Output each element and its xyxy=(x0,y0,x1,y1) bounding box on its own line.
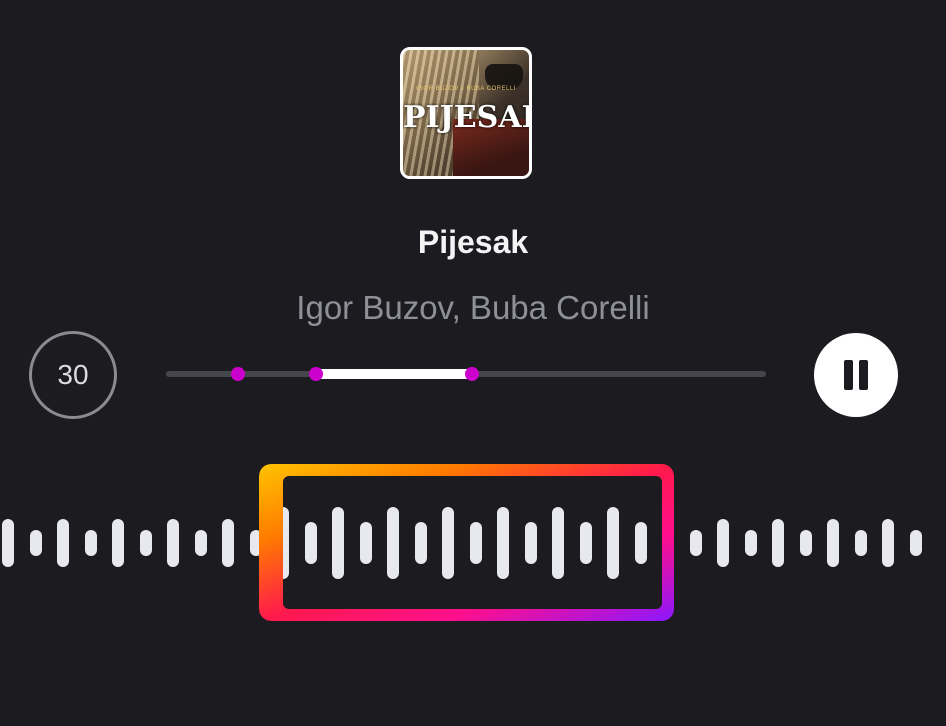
selected-range[interactable] xyxy=(316,369,472,379)
waveform-bar xyxy=(2,519,14,567)
waveform-bar xyxy=(799,530,812,556)
waveform-bar xyxy=(84,530,97,556)
album-art-title: PIJESAK xyxy=(403,100,529,135)
waveform-bar xyxy=(194,530,207,556)
waveform-bar xyxy=(909,530,922,556)
music-clip-editor: IGOR BUZOV x BUBA CORELLI PIJESAK Pijesa… xyxy=(0,0,946,726)
waveform-bar xyxy=(57,519,69,567)
waveform-bar xyxy=(827,519,839,567)
waveform-bar xyxy=(139,530,152,556)
clip-selection-frame[interactable] xyxy=(259,464,674,621)
waveform-bar xyxy=(29,530,42,556)
pause-button[interactable] xyxy=(814,333,898,417)
waveform-bar xyxy=(222,519,234,567)
waveform-bar xyxy=(854,530,867,556)
clip-duration-label: 30 xyxy=(57,359,89,390)
waveform-bar xyxy=(689,530,702,556)
song-title: Pijesak xyxy=(417,224,529,260)
artist-name: Igor Buzov, Buba Corelli xyxy=(296,289,650,326)
clip-end-marker[interactable] xyxy=(465,367,479,381)
clip-duration-button[interactable]: 30 xyxy=(29,331,117,419)
album-art: IGOR BUZOV x BUBA CORELLI PIJESAK xyxy=(400,47,532,179)
waveform-bar xyxy=(772,519,784,567)
album-art-subtitle: IGOR BUZOV x BUBA CORELLI xyxy=(416,86,516,92)
waveform-bar xyxy=(744,530,757,556)
waveform-bar xyxy=(717,519,729,567)
clip-start-marker[interactable] xyxy=(309,367,323,381)
pause-icon xyxy=(844,360,853,390)
waveform-bar xyxy=(167,519,179,567)
waveform-bar xyxy=(112,519,124,567)
clip-marker[interactable] xyxy=(231,367,245,381)
pause-icon-bar xyxy=(859,360,868,390)
waveform-bar xyxy=(882,519,894,567)
